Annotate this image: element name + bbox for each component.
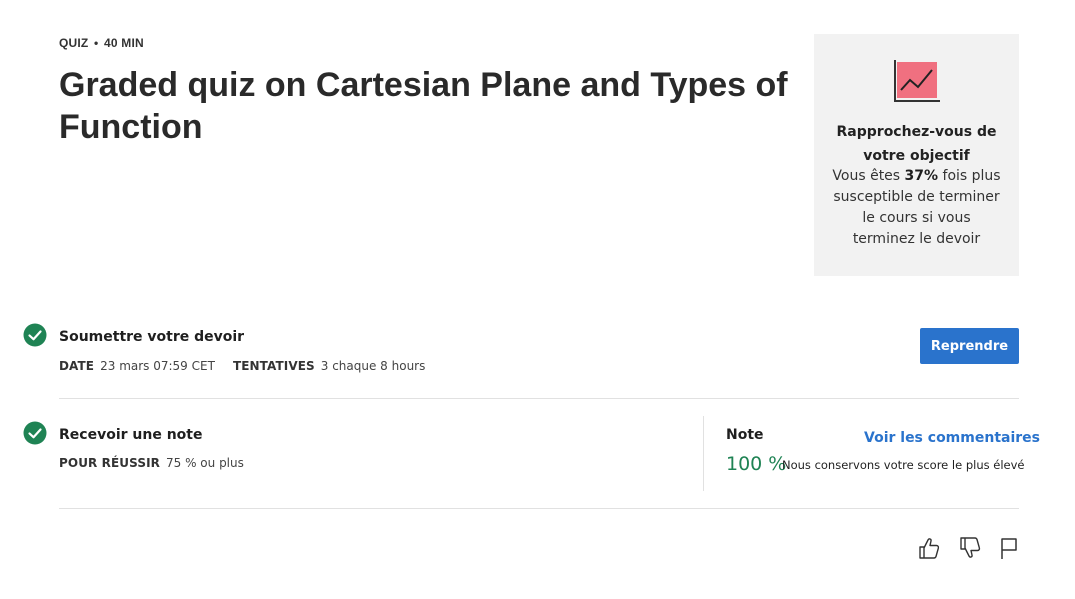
goal-card-title: Rapprochez-vous de votre objectif — [836, 124, 997, 164]
view-feedback-link[interactable]: Voir les commentaires — [864, 430, 1040, 446]
grade-step-title: Recevoir une note — [59, 427, 203, 443]
grade-column-divider — [703, 416, 704, 491]
quiz-type-label: QUIZ — [59, 36, 89, 50]
resume-button[interactable]: Reprendre — [920, 328, 1019, 364]
trend-chart-icon — [894, 60, 940, 102]
grade-value: 100 % — [726, 453, 787, 475]
page-title: Graded quiz on Cartesian Plane and Types… — [59, 66, 788, 146]
quiz-meta: QUIZ • 40 MIN — [59, 36, 144, 50]
attempts-label: TENTATIVES — [232, 359, 315, 373]
flag-icon[interactable] — [999, 536, 1021, 560]
meta-separator: • — [94, 36, 99, 50]
grade-label: Note — [726, 427, 764, 443]
check-circle-icon — [23, 421, 47, 445]
pass-meta: POUR RÉUSSIR 75 % ou plus — [59, 456, 244, 470]
section-divider — [59, 508, 1019, 509]
goal-body-prefix: Vous êtes — [832, 168, 905, 184]
check-circle-icon — [23, 323, 47, 347]
attempts-value: 3 chaque 8 hours — [320, 359, 426, 373]
goal-highlight-percent: 37% — [904, 168, 939, 184]
pass-label: POUR RÉUSSIR — [59, 456, 160, 470]
pass-value: 75 % ou plus — [166, 456, 244, 470]
quiz-duration: 40 MIN — [103, 36, 144, 50]
section-divider — [59, 398, 1019, 399]
thumbs-down-icon[interactable] — [959, 536, 981, 560]
grade-note: Nous conservons votre score le plus élev… — [782, 458, 1025, 472]
goal-card-body: Vous êtes 37% fois plus susceptible de t… — [830, 166, 1003, 250]
thumbs-up-icon[interactable] — [918, 536, 940, 560]
date-label: DATE — [59, 359, 95, 373]
submit-meta: DATE 23 mars 07:59 CET TENTATIVES 3 chaque … — [59, 359, 425, 373]
submit-step-title: Soumettre votre devoir — [59, 329, 245, 345]
goal-card: Rapprochez-vous de votre objectif Vous ê… — [814, 34, 1019, 276]
date-value: 23 mars 07:59 CET — [100, 359, 215, 373]
